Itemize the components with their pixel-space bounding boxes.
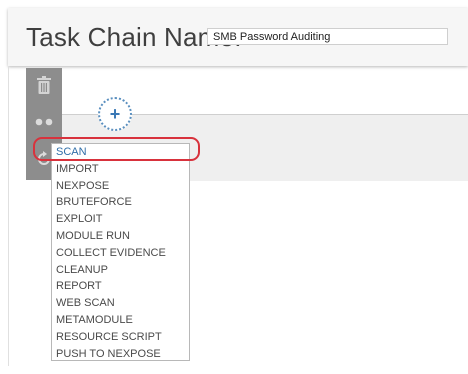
connect-tool-button[interactable] xyxy=(26,105,62,139)
menu-item-module-run[interactable]: MODULE RUN xyxy=(52,228,189,245)
menu-item-push-to-nexpose[interactable]: PUSH TO NEXPOSE xyxy=(52,346,189,363)
delete-tool-button[interactable] xyxy=(26,68,62,102)
menu-item-scan[interactable]: SCAN xyxy=(52,144,189,161)
task-type-dropdown[interactable]: SCAN IMPORT NEXPOSE BRUTEFORCE EXPLOIT M… xyxy=(51,143,190,361)
menu-item-metamodule[interactable]: METAMODULE xyxy=(52,312,189,329)
menu-item-resource-script[interactable]: RESOURCE SCRIPT xyxy=(52,329,189,346)
menu-item-nexpose[interactable]: NEXPOSE xyxy=(52,178,189,195)
add-task-button[interactable]: + xyxy=(98,97,132,131)
menu-item-collect-evidence[interactable]: COLLECT EVIDENCE xyxy=(52,245,189,262)
dots-icon xyxy=(35,118,53,126)
trash-icon xyxy=(37,76,51,94)
menu-item-web-scan[interactable]: WEB SCAN xyxy=(52,295,189,312)
menu-item-import[interactable]: IMPORT xyxy=(52,161,189,178)
refresh-icon xyxy=(36,151,52,167)
task-chain-header: Task Chain Name: xyxy=(8,8,468,66)
plus-icon: + xyxy=(109,104,121,124)
menu-item-exploit[interactable]: EXPLOIT xyxy=(52,211,189,228)
menu-item-bruteforce[interactable]: BRUTEFORCE xyxy=(52,194,189,211)
menu-item-report[interactable]: REPORT xyxy=(52,278,189,295)
task-chain-name-input[interactable] xyxy=(207,28,448,45)
menu-item-cleanup[interactable]: CLEANUP xyxy=(52,262,189,279)
